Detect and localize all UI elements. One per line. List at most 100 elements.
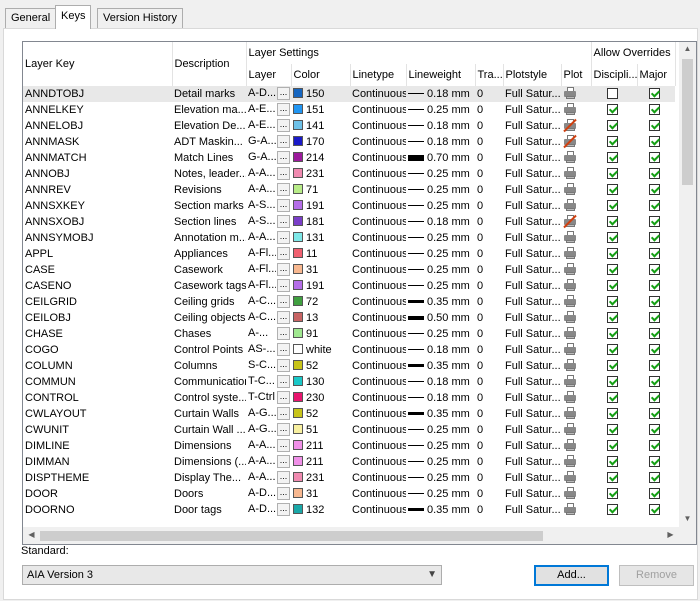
cell-major[interactable]	[637, 150, 675, 166]
cell-layer[interactable]: A-D......	[246, 486, 291, 502]
major-checkbox[interactable]	[649, 88, 661, 100]
cell-transparency[interactable]: 0	[475, 262, 503, 278]
cell-transparency[interactable]: 0	[475, 342, 503, 358]
remove-button[interactable]: Remove	[619, 565, 694, 586]
browse-button[interactable]: ...	[277, 359, 290, 373]
printer-icon[interactable]	[563, 199, 577, 212]
printer-icon[interactable]	[563, 407, 577, 420]
cell-description[interactable]: Casework tags	[172, 278, 246, 294]
cell-major[interactable]	[637, 470, 675, 486]
cell-major[interactable]	[637, 310, 675, 326]
cell-plotstyle[interactable]: Full Satur...	[503, 374, 561, 390]
cell-description[interactable]: Section lines	[172, 214, 246, 230]
printer-icon[interactable]	[563, 311, 577, 324]
discipline-checkbox[interactable]	[607, 392, 619, 404]
cell-linetype[interactable]: Continuous	[350, 230, 406, 246]
cell-layer-key[interactable]: DIMLINE	[23, 438, 172, 454]
cell-discipline[interactable]	[591, 422, 637, 438]
discipline-checkbox[interactable]	[607, 232, 619, 244]
cell-plot[interactable]	[561, 438, 591, 454]
cell-description[interactable]: Display The...	[172, 470, 246, 486]
cell-color[interactable]: 141	[291, 118, 350, 134]
cell-description[interactable]: Appliances	[172, 246, 246, 262]
cell-linetype[interactable]: Continuous	[350, 102, 406, 118]
printer-icon[interactable]	[563, 455, 577, 468]
cell-plot[interactable]	[561, 310, 591, 326]
cell-color[interactable]: 72	[291, 294, 350, 310]
cell-plotstyle[interactable]: Full Satur...	[503, 470, 561, 486]
cell-transparency[interactable]: 0	[475, 86, 503, 102]
discipline-checkbox[interactable]	[607, 104, 619, 116]
cell-lineweight[interactable]: 0.18 mm	[406, 118, 475, 134]
printer-icon[interactable]	[563, 503, 577, 516]
cell-major[interactable]	[637, 422, 675, 438]
table-row[interactable]: ANNSXOBJ Section lines A-S...... 181 Continu…	[23, 214, 675, 230]
cell-color[interactable]: 51	[291, 422, 350, 438]
cell-major[interactable]	[637, 406, 675, 422]
cell-layer[interactable]: T-Ctrl...	[246, 390, 291, 406]
cell-lineweight[interactable]: 0.18 mm	[406, 134, 475, 150]
cell-description[interactable]: ADT Maskin...	[172, 134, 246, 150]
cell-lineweight[interactable]: 0.18 mm	[406, 342, 475, 358]
cell-linetype[interactable]: Continuous	[350, 86, 406, 102]
cell-transparency[interactable]: 0	[475, 358, 503, 374]
cell-major[interactable]	[637, 86, 676, 102]
discipline-checkbox[interactable]	[607, 136, 619, 148]
cell-plot[interactable]	[561, 150, 591, 166]
table-row[interactable]: COMMUN Communication T-C...... 130 Continuou…	[23, 374, 675, 390]
cell-discipline[interactable]	[591, 294, 637, 310]
printer-icon[interactable]	[563, 327, 577, 340]
cell-lineweight[interactable]: 0.25 mm	[406, 486, 475, 502]
cell-plot[interactable]	[561, 278, 591, 294]
cell-linetype[interactable]: Continuous	[350, 134, 406, 150]
browse-button[interactable]: ...	[277, 247, 290, 261]
cell-linetype[interactable]: Continuous	[350, 246, 406, 262]
cell-layer[interactable]: A-......	[246, 326, 291, 342]
cell-major[interactable]	[637, 118, 675, 134]
cell-linetype[interactable]: Continuous	[350, 278, 406, 294]
browse-button[interactable]: ...	[277, 103, 290, 117]
cell-description[interactable]: Casework	[172, 262, 246, 278]
cell-major[interactable]	[637, 278, 675, 294]
cell-layer[interactable]: A-A......	[246, 454, 291, 470]
cell-transparency[interactable]: 0	[475, 214, 503, 230]
cell-discipline[interactable]	[591, 310, 637, 326]
printer-icon[interactable]	[563, 263, 577, 276]
add-button[interactable]: Add...	[534, 565, 609, 586]
cell-lineweight[interactable]: 0.25 mm	[406, 278, 475, 294]
tab-version-history[interactable]: Version History	[97, 8, 183, 28]
discipline-checkbox[interactable]	[607, 296, 619, 308]
discipline-checkbox[interactable]	[607, 472, 619, 484]
cell-color[interactable]: white	[291, 342, 350, 358]
cell-transparency[interactable]: 0	[475, 198, 503, 214]
table-row[interactable]: ANNSYMOBJ Annotation m... A-A...... 131 Cont…	[23, 230, 675, 246]
cell-linetype[interactable]: Continuous	[350, 438, 406, 454]
discipline-checkbox[interactable]	[607, 344, 619, 356]
cell-lineweight[interactable]: 0.35 mm	[406, 358, 475, 374]
cell-layer-key[interactable]: CASE	[23, 262, 172, 278]
discipline-checkbox[interactable]	[607, 248, 619, 260]
cell-linetype[interactable]: Continuous	[350, 374, 406, 390]
table-row[interactable]: DOOR Doors A-D...... 31 Continuous 0.25 mm 0 Fu…	[23, 486, 675, 502]
cell-color[interactable]: 31	[291, 486, 350, 502]
cell-color[interactable]: 131	[291, 230, 350, 246]
cell-plotstyle[interactable]: Full Satur...	[503, 342, 561, 358]
table-row[interactable]: CHASE Chases A-...... 91 Continuous 0.25 mm 0 F…	[23, 326, 675, 342]
header-lineweight[interactable]: Lineweight	[406, 64, 476, 86]
table-row[interactable]: ANNMASK ADT Maskin... G-A...... 170 Continuo…	[23, 134, 675, 150]
cell-discipline[interactable]	[591, 454, 637, 470]
cell-description[interactable]: Ceiling objects	[172, 310, 246, 326]
cell-linetype[interactable]: Continuous	[350, 262, 406, 278]
major-checkbox[interactable]	[649, 136, 661, 148]
browse-button[interactable]: ...	[277, 375, 290, 389]
discipline-checkbox[interactable]	[607, 376, 619, 388]
cell-lineweight[interactable]: 0.50 mm	[406, 310, 475, 326]
major-checkbox[interactable]	[649, 168, 661, 180]
table-row[interactable]: ANNSXKEY Section marks A-S...... 191 Continu…	[23, 198, 675, 214]
table-row[interactable]: COLUMN Columns S-C...... 52 Continuous 0.35 m…	[23, 358, 675, 374]
browse-button[interactable]: ...	[277, 311, 290, 325]
major-checkbox[interactable]	[649, 456, 661, 468]
browse-button[interactable]: ...	[277, 167, 290, 181]
cell-layer[interactable]: A-C......	[246, 294, 291, 310]
cell-layer-key[interactable]: ANNELKEY	[23, 102, 172, 118]
